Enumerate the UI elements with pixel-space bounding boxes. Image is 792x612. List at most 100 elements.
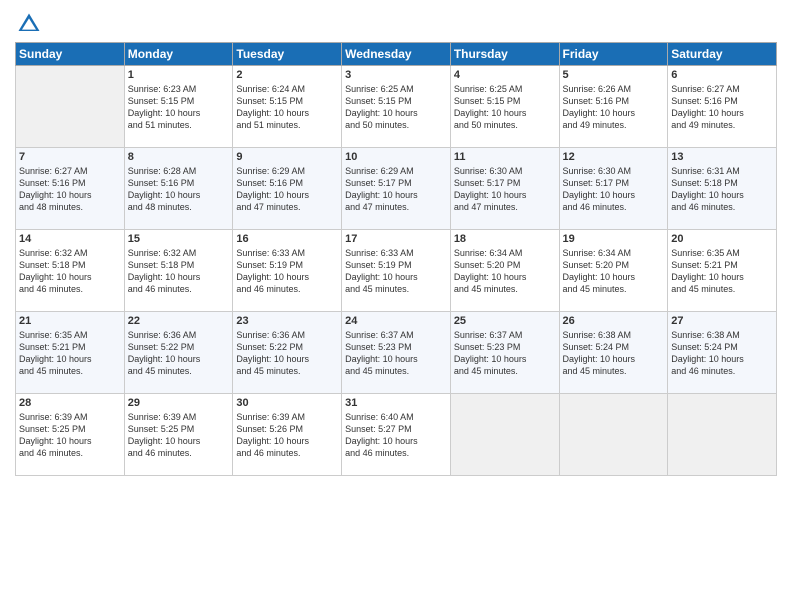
day-number: 26: [563, 315, 665, 327]
day-info: Sunrise: 6:33 AM Sunset: 5:19 PM Dayligh…: [236, 247, 338, 296]
day-number: 30: [236, 397, 338, 409]
calendar-body: 1Sunrise: 6:23 AM Sunset: 5:15 PM Daylig…: [16, 66, 777, 476]
day-number: 5: [563, 69, 665, 81]
day-cell: [450, 394, 559, 476]
day-number: 18: [454, 233, 556, 245]
day-cell: [16, 66, 125, 148]
day-info: Sunrise: 6:28 AM Sunset: 5:16 PM Dayligh…: [128, 165, 230, 214]
day-cell: 15Sunrise: 6:32 AM Sunset: 5:18 PM Dayli…: [124, 230, 233, 312]
day-cell: 21 Sunrise: 6:35 AM Sunset: 5:21 PM Dayli…: [16, 312, 125, 394]
header-cell-friday: Friday: [559, 43, 668, 66]
day-info: Sunrise: 6:39 AM Sunset: 5:25 PM Dayligh…: [128, 411, 230, 460]
day-number: 8: [128, 151, 230, 163]
day-info: Sunrise: 6:31 AM Sunset: 5:18 PM Dayligh…: [671, 165, 773, 214]
day-cell: 30 Sunrise: 6:39 AM Sunset: 5:26 PM Dayli…: [233, 394, 342, 476]
header-cell-thursday: Thursday: [450, 43, 559, 66]
day-number: 10: [345, 151, 447, 163]
header: [15, 10, 777, 38]
day-info: Sunrise: 6:23 AM Sunset: 5:15 PM Dayligh…: [128, 83, 230, 132]
day-info: Sunrise: 6:29 AM Sunset: 5:17 PM Dayligh…: [345, 165, 447, 214]
day-info: Sunrise: 6:34 AM Sunset: 5:20 PM Dayligh…: [454, 247, 556, 296]
day-cell: 31 Sunrise: 6:40 AM Sunset: 5:27 PM Dayli…: [342, 394, 451, 476]
day-cell: 9 Sunrise: 6:29 AM Sunset: 5:16 PM Daylig…: [233, 148, 342, 230]
day-cell: 6Sunrise: 6:27 AM Sunset: 5:16 PM Daylig…: [668, 66, 777, 148]
day-info: Sunrise: 6:26 AM Sunset: 5:16 PM Dayligh…: [563, 83, 665, 132]
header-cell-monday: Monday: [124, 43, 233, 66]
day-cell: 3 Sunrise: 6:25 AM Sunset: 5:15 PM Daylig…: [342, 66, 451, 148]
week-row-1: 1Sunrise: 6:23 AM Sunset: 5:15 PM Daylig…: [16, 66, 777, 148]
week-row-2: 7 Sunrise: 6:27 AM Sunset: 5:16 PM Daylig…: [16, 148, 777, 230]
day-cell: 17Sunrise: 6:33 AM Sunset: 5:19 PM Dayli…: [342, 230, 451, 312]
week-row-4: 21 Sunrise: 6:35 AM Sunset: 5:21 PM Dayli…: [16, 312, 777, 394]
day-info: Sunrise: 6:37 AM Sunset: 5:23 PM Dayligh…: [454, 329, 556, 378]
header-cell-sunday: Sunday: [16, 43, 125, 66]
day-cell: 18 Sunrise: 6:34 AM Sunset: 5:20 PM Dayli…: [450, 230, 559, 312]
day-number: 21: [19, 315, 121, 327]
day-info: Sunrise: 6:25 AM Sunset: 5:15 PM Dayligh…: [454, 83, 556, 132]
day-number: 20: [671, 233, 773, 245]
day-cell: 10 Sunrise: 6:29 AM Sunset: 5:17 PM Dayli…: [342, 148, 451, 230]
day-cell: 14Sunrise: 6:32 AM Sunset: 5:18 PM Dayli…: [16, 230, 125, 312]
week-row-3: 14Sunrise: 6:32 AM Sunset: 5:18 PM Dayli…: [16, 230, 777, 312]
day-cell: [559, 394, 668, 476]
day-number: 24: [345, 315, 447, 327]
day-cell: 4 Sunrise: 6:25 AM Sunset: 5:15 PM Daylig…: [450, 66, 559, 148]
header-cell-tuesday: Tuesday: [233, 43, 342, 66]
day-cell: 20 Sunrise: 6:35 AM Sunset: 5:21 PM Dayli…: [668, 230, 777, 312]
day-number: 9: [236, 151, 338, 163]
day-number: 2: [236, 69, 338, 81]
day-cell: 19 Sunrise: 6:34 AM Sunset: 5:20 PM Dayli…: [559, 230, 668, 312]
day-number: 19: [563, 233, 665, 245]
day-number: 4: [454, 69, 556, 81]
day-info: Sunrise: 6:38 AM Sunset: 5:24 PM Dayligh…: [671, 329, 773, 378]
day-info: Sunrise: 6:32 AM Sunset: 5:18 PM Dayligh…: [19, 247, 121, 296]
day-cell: 27Sunrise: 6:38 AM Sunset: 5:24 PM Dayli…: [668, 312, 777, 394]
week-row-5: 28Sunrise: 6:39 AM Sunset: 5:25 PM Dayli…: [16, 394, 777, 476]
day-cell: [668, 394, 777, 476]
day-cell: 29 Sunrise: 6:39 AM Sunset: 5:25 PM Dayli…: [124, 394, 233, 476]
day-cell: 12 Sunrise: 6:30 AM Sunset: 5:17 PM Dayli…: [559, 148, 668, 230]
day-info: Sunrise: 6:25 AM Sunset: 5:15 PM Dayligh…: [345, 83, 447, 132]
day-number: 6: [671, 69, 773, 81]
day-number: 3: [345, 69, 447, 81]
day-info: Sunrise: 6:35 AM Sunset: 5:21 PM Dayligh…: [671, 247, 773, 296]
day-info: Sunrise: 6:40 AM Sunset: 5:27 PM Dayligh…: [345, 411, 447, 460]
day-cell: 1Sunrise: 6:23 AM Sunset: 5:15 PM Daylig…: [124, 66, 233, 148]
day-cell: 5 Sunrise: 6:26 AM Sunset: 5:16 PM Daylig…: [559, 66, 668, 148]
day-info: Sunrise: 6:27 AM Sunset: 5:16 PM Dayligh…: [19, 165, 121, 214]
day-number: 11: [454, 151, 556, 163]
day-number: 22: [128, 315, 230, 327]
header-cell-saturday: Saturday: [668, 43, 777, 66]
day-cell: 16Sunrise: 6:33 AM Sunset: 5:19 PM Dayli…: [233, 230, 342, 312]
day-info: Sunrise: 6:29 AM Sunset: 5:16 PM Dayligh…: [236, 165, 338, 214]
header-cell-wednesday: Wednesday: [342, 43, 451, 66]
day-number: 25: [454, 315, 556, 327]
day-info: Sunrise: 6:35 AM Sunset: 5:21 PM Dayligh…: [19, 329, 121, 378]
header-row: SundayMondayTuesdayWednesdayThursdayFrid…: [16, 43, 777, 66]
day-number: 13: [671, 151, 773, 163]
day-number: 15: [128, 233, 230, 245]
day-number: 12: [563, 151, 665, 163]
day-info: Sunrise: 6:36 AM Sunset: 5:22 PM Dayligh…: [236, 329, 338, 378]
day-info: Sunrise: 6:30 AM Sunset: 5:17 PM Dayligh…: [563, 165, 665, 214]
day-info: Sunrise: 6:30 AM Sunset: 5:17 PM Dayligh…: [454, 165, 556, 214]
day-cell: 24Sunrise: 6:37 AM Sunset: 5:23 PM Dayli…: [342, 312, 451, 394]
day-info: Sunrise: 6:36 AM Sunset: 5:22 PM Dayligh…: [128, 329, 230, 378]
day-info: Sunrise: 6:39 AM Sunset: 5:25 PM Dayligh…: [19, 411, 121, 460]
day-info: Sunrise: 6:39 AM Sunset: 5:26 PM Dayligh…: [236, 411, 338, 460]
calendar-table: SundayMondayTuesdayWednesdayThursdayFrid…: [15, 42, 777, 476]
day-number: 17: [345, 233, 447, 245]
calendar-header: SundayMondayTuesdayWednesdayThursdayFrid…: [16, 43, 777, 66]
logo: [15, 10, 47, 38]
day-cell: 2Sunrise: 6:24 AM Sunset: 5:15 PM Daylig…: [233, 66, 342, 148]
day-cell: 13 Sunrise: 6:31 AM Sunset: 5:18 PM Dayli…: [668, 148, 777, 230]
day-cell: 8 Sunrise: 6:28 AM Sunset: 5:16 PM Daylig…: [124, 148, 233, 230]
page: SundayMondayTuesdayWednesdayThursdayFrid…: [0, 0, 792, 612]
day-number: 29: [128, 397, 230, 409]
day-cell: 7 Sunrise: 6:27 AM Sunset: 5:16 PM Daylig…: [16, 148, 125, 230]
day-cell: 22 Sunrise: 6:36 AM Sunset: 5:22 PM Dayli…: [124, 312, 233, 394]
day-number: 31: [345, 397, 447, 409]
day-info: Sunrise: 6:34 AM Sunset: 5:20 PM Dayligh…: [563, 247, 665, 296]
day-number: 7: [19, 151, 121, 163]
day-cell: 23Sunrise: 6:36 AM Sunset: 5:22 PM Dayli…: [233, 312, 342, 394]
